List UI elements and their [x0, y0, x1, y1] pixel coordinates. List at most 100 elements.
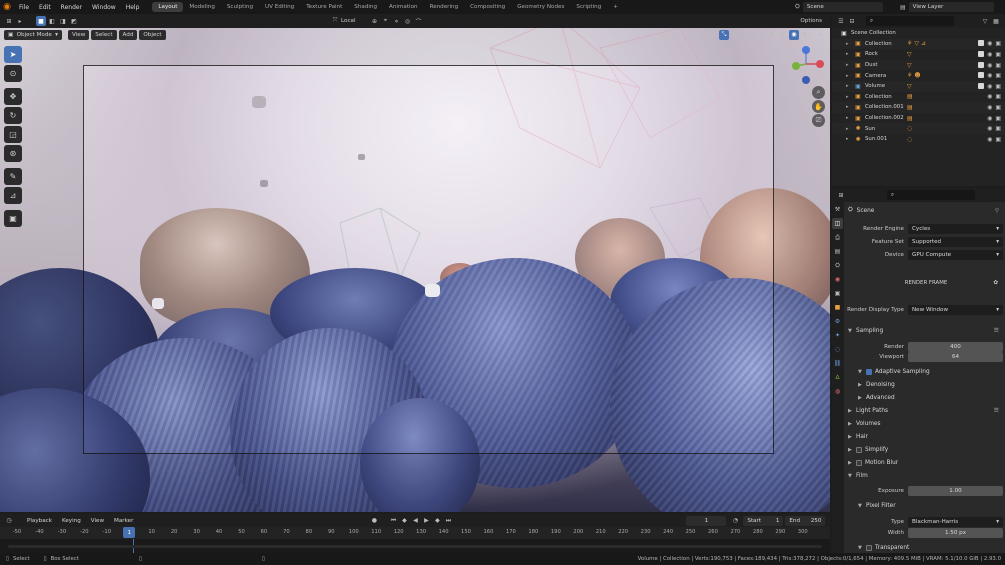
falloff-icon[interactable]: ⌒ [414, 16, 424, 26]
play-reverse-icon[interactable]: ◀ [410, 516, 420, 526]
render-camera-icon[interactable]: ▣ [995, 83, 1001, 90]
add-cube-tool-icon[interactable]: ▣ [4, 210, 22, 227]
outliner-row[interactable]: ▸ ▣ Rock ▽ ◉ ▣ [832, 49, 1005, 60]
transform-tool-icon[interactable]: ⊛ [4, 145, 22, 162]
eye-icon[interactable]: ◉ [987, 125, 992, 132]
object-tab-icon[interactable]: ■ [832, 302, 843, 313]
render-frame-button[interactable]: RENDER FRAME ✿ [850, 277, 1002, 288]
rotate-tool-icon[interactable]: ↻ [4, 107, 22, 124]
gizmo-toggle-icon[interactable]: ⤡ [719, 29, 729, 40]
filter-type-dropdown[interactable]: Blackman-Harris ▾ [908, 516, 1003, 527]
3d-viewport[interactable] [0, 28, 830, 512]
playback-menu[interactable]: Playback [23, 516, 56, 526]
device-dropdown[interactable]: GPU Compute ▾ [908, 249, 1003, 260]
properties-search-input[interactable]: ⌕ [887, 190, 975, 200]
zoom-icon[interactable]: ⌕ [812, 86, 825, 99]
outliner-row[interactable]: ▸ ▣ Collection.001 ▤ ◉ ▣ [832, 102, 1005, 113]
sampling-panel-header[interactable]: ▼ Sampling ☰ [848, 325, 1003, 336]
render-camera-icon[interactable]: ▣ [995, 136, 1001, 143]
tab-texture-paint[interactable]: Texture Paint [300, 2, 348, 12]
jump-start-icon[interactable]: ⏮ [388, 516, 398, 526]
transform-space[interactable]: Local [341, 18, 356, 24]
tab-shading[interactable]: Shading [348, 2, 383, 12]
clock-icon[interactable]: ◔ [730, 516, 740, 526]
measure-tool-icon[interactable]: ⊿ [4, 187, 22, 204]
menu-window[interactable]: Window [87, 4, 121, 11]
view-menu[interactable]: View [68, 29, 90, 40]
world-tab-icon[interactable]: ◉ [832, 274, 843, 285]
outliner-editor-icon[interactable]: ☰ [836, 16, 846, 26]
simplify-header[interactable]: ▶ Simplify [848, 444, 1003, 455]
eye-icon[interactable]: ◉ [987, 72, 992, 79]
tab-compositing[interactable]: Compositing [464, 2, 511, 12]
hair-header[interactable]: ▶ Hair [848, 431, 1003, 442]
x-axis-icon[interactable] [816, 60, 824, 68]
shading-solid-icon[interactable]: ● [767, 30, 777, 40]
tab-sculpting[interactable]: Sculpting [221, 2, 259, 12]
prev-keyframe-icon[interactable]: ◆ [399, 516, 409, 526]
light-paths-header[interactable]: ▶ Light Paths ☰ [848, 405, 1003, 416]
select-extend-icon[interactable]: ◧ [47, 16, 57, 26]
advanced-header[interactable]: ▶ Advanced [858, 392, 1005, 403]
start-frame-field[interactable]: Start 1 [743, 515, 784, 526]
eye-icon[interactable]: ◉ [987, 62, 992, 69]
shading-rendered-icon[interactable]: ◉ [789, 29, 799, 40]
data-tab-icon[interactable]: ∆ [832, 372, 843, 383]
motion-blur-header[interactable]: ▶ Motion Blur [848, 457, 1003, 468]
viewport-samples-field[interactable]: 64 [908, 351, 1003, 362]
pan-hand-icon[interactable]: ✋ [812, 100, 825, 113]
expand-right-icon[interactable]: ▸ [846, 51, 852, 57]
timeline-ruler[interactable]: -50 -40 -30 -20 -10 1 10 20 30 40 50 60 70 80 90 100 110… [0, 527, 830, 539]
render-engine-dropdown[interactable]: Cycles ▾ [908, 223, 1003, 234]
marker-menu[interactable]: Marker [110, 516, 137, 526]
tab-animation[interactable]: Animation [383, 2, 424, 12]
expand-right-icon[interactable]: ▸ [846, 126, 852, 132]
add-menu[interactable]: Add [118, 29, 138, 40]
properties-editor-icon[interactable]: ⊞ [836, 190, 846, 200]
eye-icon[interactable]: ◉ [987, 93, 992, 100]
timeline-scrollbar[interactable] [8, 545, 822, 548]
menu-edit[interactable]: Edit [34, 4, 56, 11]
outliner-row[interactable]: ▸ ✺ Sun ◌ ◉ ▣ [832, 123, 1005, 134]
render-tab-icon[interactable]: ◫ [832, 218, 843, 229]
tab-layout[interactable]: Layout [152, 2, 184, 12]
outliner-search-input[interactable]: ⌕ [866, 16, 954, 26]
transform-orientation-icon[interactable]: ⤧ [330, 16, 340, 26]
display-type-dropdown[interactable]: New Window ▾ [908, 304, 1003, 315]
next-keyframe-icon[interactable]: ◆ [432, 516, 442, 526]
transparent-header[interactable]: ▼ Transparent [858, 542, 1005, 553]
render-camera-icon[interactable]: ▣ [995, 62, 1001, 69]
tab-geometry-nodes[interactable]: Geometry Nodes [511, 2, 570, 12]
scene-selector[interactable]: ⛭ Scene [795, 2, 885, 12]
motion-blur-checkbox[interactable] [856, 459, 862, 466]
blender-logo-icon[interactable]: ◉ [0, 0, 14, 14]
volumes-header[interactable]: ▶ Volumes [848, 418, 1003, 429]
shading-material-icon[interactable]: ◐ [778, 30, 788, 40]
view-layer-tab-icon[interactable]: ▤ [832, 246, 843, 257]
tab-rendering[interactable]: Rendering [424, 2, 465, 12]
select-new-icon[interactable]: ■ [36, 16, 46, 26]
z-axis-icon[interactable] [802, 46, 810, 54]
exclude-checkbox[interactable] [978, 82, 985, 89]
mode-dropdown[interactable]: ▣ Object Mode ▾ [4, 29, 62, 40]
timeline-view-menu[interactable]: View [87, 516, 108, 526]
jump-end-icon[interactable]: ⏭ [443, 516, 453, 526]
record-icon[interactable]: ● [369, 516, 379, 526]
cursor-tool-icon[interactable]: ⊙ [4, 65, 22, 82]
xray-icon[interactable]: ◫ [741, 30, 751, 40]
outliner-row-scene-collection[interactable]: ▣ Scene Collection [832, 28, 1005, 39]
y-axis-icon[interactable] [792, 62, 800, 70]
render-camera-icon[interactable]: ▣ [995, 125, 1001, 132]
current-frame-field[interactable]: 1 [686, 515, 727, 526]
render-camera-icon[interactable]: ▣ [995, 93, 1001, 100]
new-collection-icon[interactable]: ▦ [991, 16, 1001, 26]
render-camera-icon[interactable]: ▣ [995, 104, 1001, 111]
modifier-tab-icon[interactable]: ⚙ [832, 316, 843, 327]
render-settings-icon[interactable]: ✿ [993, 280, 998, 286]
eye-icon[interactable]: ◉ [987, 51, 992, 58]
tab-uv-editing[interactable]: UV Editing [259, 2, 300, 12]
expand-right-icon[interactable]: ▸ [846, 41, 852, 47]
select-subtract-icon[interactable]: ◨ [58, 16, 68, 26]
view-layer-selector[interactable]: ▤ View Layer [900, 2, 996, 12]
scene-name[interactable]: Scene [802, 2, 883, 12]
